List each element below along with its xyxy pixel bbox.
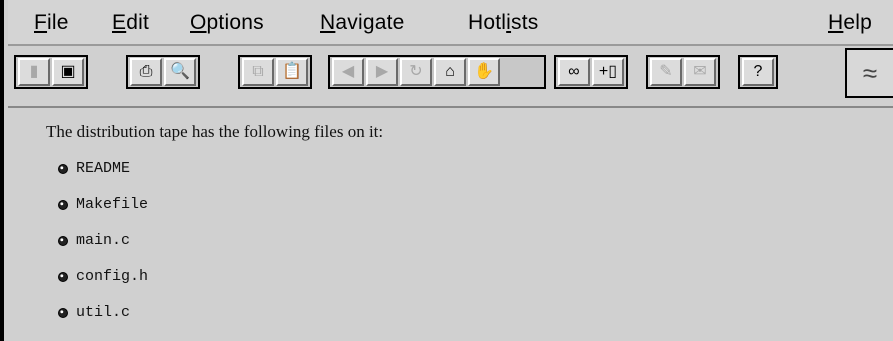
toolbar-group-edit: ⧉ 📋 — [238, 55, 312, 89]
print-preview-icon: 🔍 — [170, 63, 190, 80]
printer-icon: ⎙ — [139, 63, 153, 80]
menu-options-mnemonic: O — [190, 11, 207, 34]
globe-logo-icon: ≈ — [862, 57, 878, 88]
toolbar-group-find: ∞ +▯ — [554, 55, 628, 89]
menu-options[interactable]: Options — [190, 11, 264, 35]
menu-navigate[interactable]: Navigate — [320, 11, 405, 35]
menu-help[interactable]: Help — [828, 11, 872, 35]
home-button[interactable]: ⌂ — [434, 58, 466, 86]
print-preview-button[interactable]: 🔍 — [164, 58, 196, 86]
folder-icon: ▮ — [29, 63, 39, 80]
browser-logo-button[interactable]: ≈ — [845, 48, 893, 98]
toolbar-group-print: ⎙ 🔍 — [126, 55, 200, 89]
bullet-icon — [58, 271, 68, 282]
reload-button[interactable]: ↻ — [400, 58, 432, 86]
menu-edit-label: dit — [126, 11, 149, 34]
copy-icon: ⧉ — [252, 63, 264, 80]
paste-icon: 📋 — [282, 63, 302, 80]
browser-window: File Edit Options Navigate Hotlists Help… — [0, 0, 893, 341]
copy-button[interactable]: ⧉ — [242, 58, 274, 86]
forward-arrow-icon: ▶ — [375, 63, 389, 80]
menu-hotlists-label-end: sts — [511, 11, 539, 34]
list-item: main.c — [58, 232, 130, 249]
help-icon: ? — [753, 63, 763, 80]
toolbar-group-file: ▮ ▣ — [14, 55, 88, 89]
find-button[interactable]: ∞ — [558, 58, 590, 86]
menu-file-label: ile — [47, 11, 69, 34]
print-button[interactable]: ⎙ — [130, 58, 162, 86]
list-item: util.c — [58, 304, 130, 321]
add-hotlist-button[interactable]: +▯ — [592, 58, 624, 86]
back-button[interactable]: ◀ — [332, 58, 364, 86]
toolbar-group-help: ? — [738, 55, 778, 89]
file-name: config.h — [76, 268, 149, 285]
menu-navigate-mnemonic: N — [320, 11, 336, 34]
bullet-icon — [58, 307, 68, 318]
document-content: The distribution tape has the following … — [8, 108, 893, 341]
stop-hand-icon: ✋ — [474, 63, 494, 80]
file-name: main.c — [76, 232, 131, 249]
bullet-icon — [58, 235, 68, 246]
floppy-disk-icon: ▣ — [60, 63, 76, 80]
menu-hotlists-label-start: Hotl — [468, 11, 507, 34]
binoculars-icon: ∞ — [568, 63, 580, 80]
open-button[interactable]: ▮ — [18, 58, 50, 86]
save-button[interactable]: ▣ — [52, 58, 84, 86]
reload-icon: ↻ — [409, 63, 423, 80]
mail-icon: ✉ — [693, 63, 707, 80]
menu-help-label: elp — [843, 11, 872, 34]
home-icon: ⌂ — [445, 63, 455, 80]
bullet-icon — [58, 163, 68, 174]
intro-text: The distribution tape has the following … — [46, 122, 384, 141]
menu-file[interactable]: File — [34, 11, 69, 35]
menu-help-mnemonic: H — [828, 11, 844, 34]
menu-hotlists[interactable]: Hotlists — [468, 11, 538, 35]
add-to-hotlist-icon: +▯ — [598, 63, 618, 80]
file-name: README — [76, 160, 131, 177]
annotate-button[interactable]: ✎ — [650, 58, 682, 86]
file-name: util.c — [76, 304, 131, 321]
menu-edit-mnemonic: E — [112, 11, 127, 34]
forward-button[interactable]: ▶ — [366, 58, 398, 86]
menu-navigate-label: avigate — [335, 11, 405, 34]
mail-button[interactable]: ✉ — [684, 58, 716, 86]
annotate-icon: ✎ — [659, 63, 673, 80]
list-item: config.h — [58, 268, 148, 285]
help-button[interactable]: ? — [742, 58, 774, 86]
back-arrow-icon: ◀ — [341, 63, 355, 80]
list-item: Makefile — [58, 196, 148, 213]
file-name: Makefile — [76, 196, 149, 213]
menu-edit[interactable]: Edit — [112, 11, 149, 35]
toolbar-group-navigation: ◀ ▶ ↻ ⌂ ✋ — [328, 55, 546, 89]
stop-button[interactable]: ✋ — [468, 58, 500, 86]
list-item: README — [58, 160, 130, 177]
menu-options-label: ptions — [206, 11, 264, 34]
menu-bar: File Edit Options Navigate Hotlists Help — [8, 0, 893, 46]
toolbar: ▮ ▣ ⎙ 🔍 ⧉ 📋 ◀ ▶ ↻ ⌂ ✋ ∞ +▯ ✎ ✉ ? ≈ — [8, 46, 893, 108]
menu-file-mnemonic: F — [34, 11, 48, 34]
paste-button[interactable]: 📋 — [276, 58, 308, 86]
bullet-icon — [58, 199, 68, 210]
toolbar-group-annotate: ✎ ✉ — [646, 55, 720, 89]
